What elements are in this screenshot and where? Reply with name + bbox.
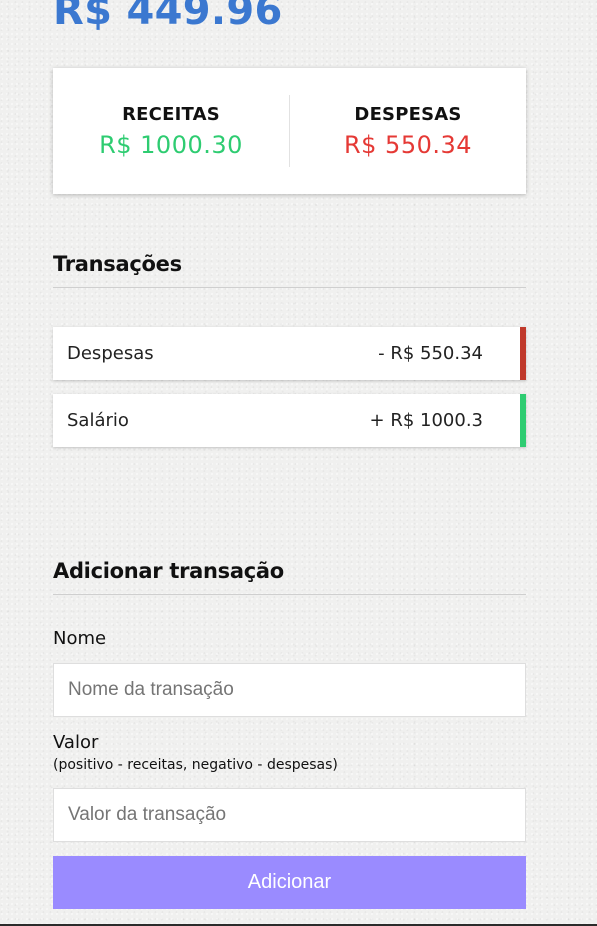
name-label: Nome [53, 628, 107, 649]
income-expense-summary: RECEITAS R$ 1000.30 DESPESAS R$ 550.34 [53, 68, 526, 194]
transaction-amount: - R$ 550.34 [378, 343, 483, 364]
balance-total: R$ 449.96 [53, 0, 283, 34]
transaction-item-despesas[interactable]: Despesas - R$ 550.34 [53, 327, 526, 380]
transaction-value-input[interactable] [53, 788, 526, 842]
add-transaction-form: Nome Valor (positivo - receitas, negativ… [53, 628, 526, 909]
transaction-name: Despesas [67, 343, 154, 364]
income-summary: RECEITAS R$ 1000.30 [53, 104, 289, 159]
expense-label: DESPESAS [354, 103, 462, 125]
income-label: RECEITAS [122, 103, 220, 125]
transaction-name: Salário [67, 410, 129, 431]
value-hint: (positivo - receitas, negativo - despesa… [53, 757, 338, 773]
add-transaction-button[interactable]: Adicionar [53, 856, 526, 909]
transaction-name-input[interactable] [53, 663, 526, 717]
transaction-amount: + R$ 1000.3 [369, 410, 483, 431]
value-label: Valor [53, 732, 99, 753]
income-value: R$ 1000.30 [99, 130, 243, 159]
transaction-item-salario[interactable]: Salário + R$ 1000.3 [53, 394, 526, 447]
expense-value: R$ 550.34 [343, 130, 473, 159]
transactions-title: Transações [53, 252, 526, 288]
expense-summary: DESPESAS R$ 550.34 [290, 104, 526, 159]
add-transaction-title: Adicionar transação [53, 559, 526, 595]
transactions-list: Despesas - R$ 550.34 Salário + R$ 1000.3 [53, 327, 526, 461]
